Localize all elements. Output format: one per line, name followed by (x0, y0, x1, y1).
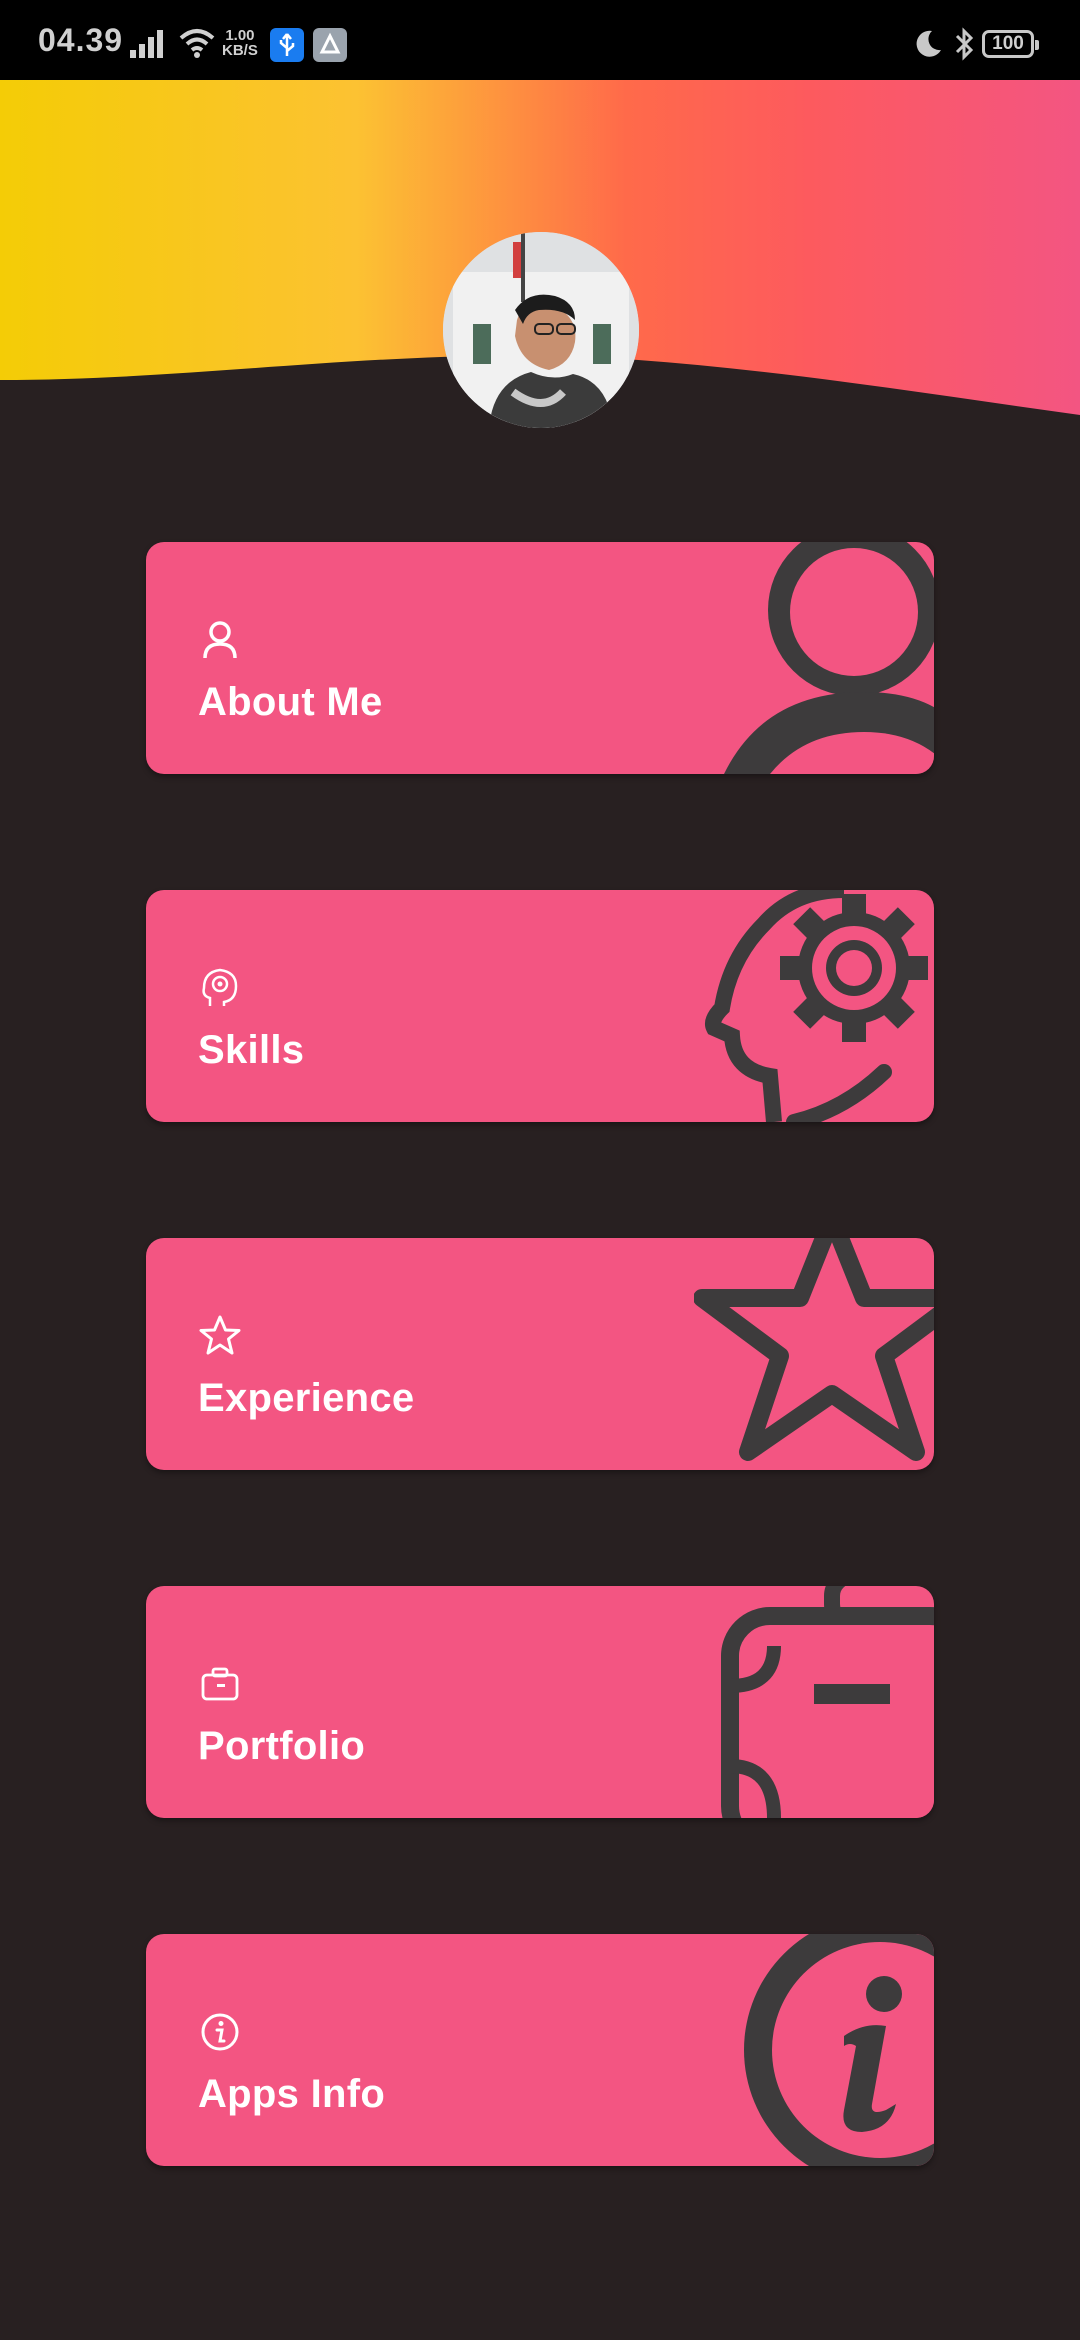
status-bar: 04.39 1.00 KB/S 100 (0, 0, 1080, 80)
battery-icon: 100 (982, 30, 1039, 58)
apps-info-label: Apps Info (198, 2072, 386, 2116)
experience-label: Experience (198, 1376, 415, 1420)
battery-level: 100 (992, 33, 1024, 54)
apps-info-card[interactable]: Apps Info (146, 1934, 934, 2166)
star-small-icon (199, 1315, 241, 1355)
portfolio-card[interactable]: Portfolio (146, 1586, 934, 1818)
person-small-icon (203, 621, 237, 659)
signal-icon (130, 30, 163, 58)
network-speed-value: 1.00 (225, 27, 255, 44)
about-me-label: About Me (198, 680, 383, 724)
experience-card[interactable]: Experience (146, 1238, 934, 1470)
avatar[interactable] (443, 232, 639, 428)
person-icon (724, 542, 934, 774)
usb-icon (270, 28, 304, 62)
network-speed: 1.00 KB/S (222, 28, 258, 58)
info-small-icon (201, 2013, 239, 2051)
network-speed-unit: KB/S (222, 42, 258, 59)
info-icon (744, 1934, 934, 2166)
skills-label: Skills (198, 1028, 305, 1072)
head-gear-small-icon (202, 968, 238, 1006)
about-me-card[interactable]: About Me (146, 542, 934, 774)
briefcase-small-icon (201, 1667, 239, 1701)
briefcase-icon (721, 1586, 934, 1818)
star-icon (694, 1238, 934, 1461)
wifi-icon (179, 29, 215, 58)
skills-card[interactable]: Skills (146, 890, 934, 1122)
head-gear-icon (705, 890, 928, 1122)
status-time: 04.39 (38, 22, 124, 58)
share-icon (313, 28, 347, 62)
bluetooth-icon (955, 27, 974, 61)
moon-icon (916, 30, 941, 57)
portfolio-label: Portfolio (198, 1724, 366, 1768)
